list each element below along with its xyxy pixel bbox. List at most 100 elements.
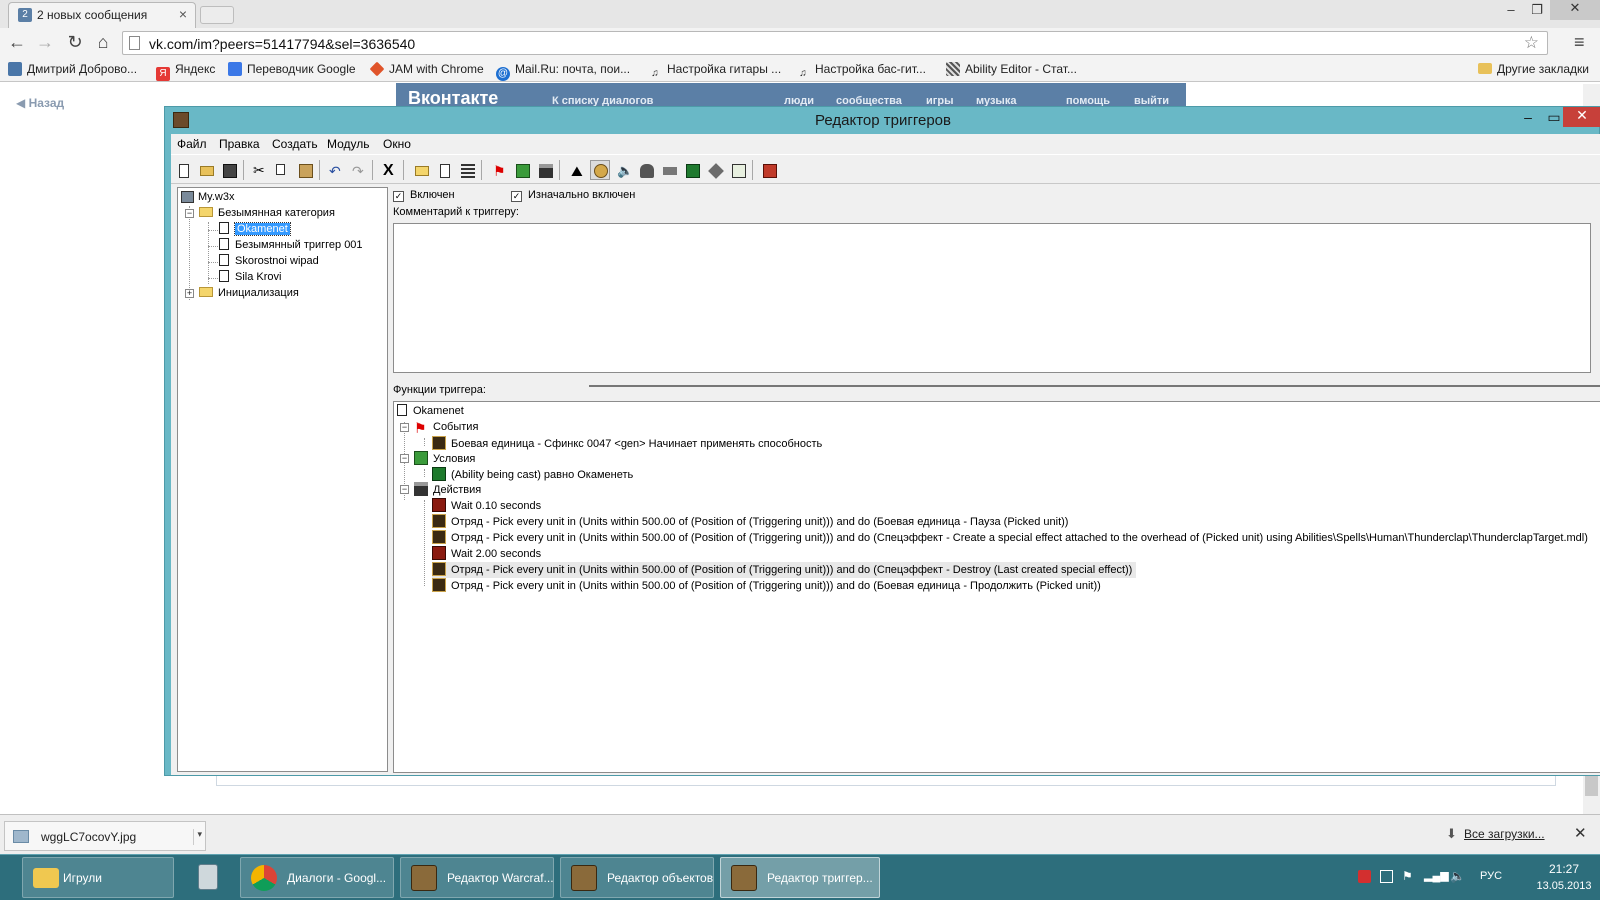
action-item[interactable]: Wait 2.00 seconds xyxy=(432,546,541,562)
new-action-button[interactable] xyxy=(535,160,555,180)
taskbar-object-editor[interactable]: Редактор объектов xyxy=(560,857,714,898)
open-button[interactable] xyxy=(196,160,216,180)
menu-window[interactable]: Окно xyxy=(383,137,411,151)
condition-item[interactable]: (Ability being cast) равно Окаменеть xyxy=(432,467,633,483)
panel-splitter[interactable] xyxy=(589,385,1600,387)
antivirus-icon[interactable] xyxy=(1358,870,1371,883)
campaign-editor-button[interactable] xyxy=(659,160,679,180)
import-manager-button[interactable] xyxy=(728,160,748,180)
save-button[interactable] xyxy=(219,160,239,180)
action-item[interactable]: Отряд - Pick every unit in (Units within… xyxy=(432,530,1588,546)
new-comment-button[interactable] xyxy=(457,160,477,180)
browser-minimize-button[interactable]: – xyxy=(1498,2,1524,17)
menu-file[interactable]: Файл xyxy=(177,137,207,151)
taskbar-calculator[interactable] xyxy=(182,857,234,898)
volume-icon[interactable]: 🔈 xyxy=(1450,870,1465,883)
scrollbar-thumb[interactable] xyxy=(1585,774,1598,796)
cut-button[interactable]: ✂ xyxy=(249,160,269,180)
taskbar-explorer[interactable]: Игрули xyxy=(22,857,174,898)
bookmark-folder-other[interactable]: Другие закладки xyxy=(1478,62,1589,76)
terrain-editor-button[interactable]: ⛰ xyxy=(567,160,587,180)
menu-module[interactable]: Модуль xyxy=(327,137,370,151)
bookmark-star-icon[interactable]: ☆ xyxy=(1524,33,1539,53)
new-category-button[interactable] xyxy=(411,160,431,180)
action-item[interactable]: Wait 0.10 seconds xyxy=(432,498,541,514)
taskbar-trigger-editor[interactable]: Редактор триггер... xyxy=(720,857,880,898)
device-icon[interactable] xyxy=(1380,870,1393,883)
tree-trigger-item[interactable]: Okamenet xyxy=(219,222,291,238)
ai-editor-button[interactable] xyxy=(682,160,702,180)
network-icon[interactable]: ▂▄▆ xyxy=(1424,870,1449,883)
tree-category-init[interactable]: Инициализация xyxy=(199,286,299,302)
bookmark-item[interactable]: JAM with Chrome xyxy=(369,61,484,77)
expand-icon[interactable]: + xyxy=(185,289,194,298)
language-indicator[interactable]: РУС xyxy=(1480,870,1502,882)
paste-button[interactable] xyxy=(295,160,315,180)
new-tab-button[interactable] xyxy=(200,6,234,24)
collapse-icon[interactable]: − xyxy=(400,485,409,494)
editor-titlebar[interactable]: Редактор триггеров – ▭ ✕ xyxy=(165,107,1600,133)
event-item[interactable]: Боевая единица - Сфинкс 0047 <gen> Начин… xyxy=(432,436,822,452)
taskbar-warcraft-editor[interactable]: Редактор Warcraf... xyxy=(400,857,554,898)
events-group[interactable]: ⚑ События xyxy=(414,420,478,436)
chevron-down-icon[interactable]: ▾ xyxy=(193,829,202,845)
browser-restore-button[interactable]: ❐ xyxy=(1524,2,1550,18)
bookmark-item[interactable]: @ Mail.Ru: почта, пои... xyxy=(496,62,630,81)
bookmark-item[interactable]: ♫ Настройка бас-гит... xyxy=(796,62,926,81)
editor-close-button[interactable]: ✕ xyxy=(1563,107,1600,127)
reload-icon[interactable]: ↻ xyxy=(64,32,86,53)
actions-group[interactable]: Действия xyxy=(414,482,481,498)
bookmark-item[interactable]: Дмитрий Доброво... xyxy=(8,62,137,76)
browser-close-button[interactable]: ✕ xyxy=(1550,0,1600,20)
close-icon[interactable]: ✕ xyxy=(1574,824,1587,842)
trigger-editor-button[interactable] xyxy=(590,160,610,180)
comment-textarea[interactable] xyxy=(393,223,1591,373)
chrome-menu-icon[interactable]: ≡ xyxy=(1574,32,1585,53)
comment-scrollbar[interactable] xyxy=(1591,223,1600,373)
function-trigger-root[interactable]: Okamenet xyxy=(397,404,464,420)
editor-minimize-button[interactable]: – xyxy=(1515,109,1541,125)
clock-time[interactable]: 21:27 xyxy=(1536,862,1592,876)
bookmark-item[interactable]: ♫ Настройка гитары ... xyxy=(648,62,781,81)
object-editor-button[interactable] xyxy=(636,160,656,180)
action-item[interactable]: Отряд - Pick every unit in (Units within… xyxy=(432,578,1101,594)
initially-enabled-checkbox[interactable]: ✓ Изначально включен xyxy=(511,189,635,202)
collapse-icon[interactable]: − xyxy=(400,454,409,463)
tree-category[interactable]: Безымянная категория xyxy=(199,206,335,222)
back-link[interactable]: ◀ Назад xyxy=(16,96,64,110)
new-event-button[interactable]: ⚑ xyxy=(489,160,509,180)
tab-vk-messages[interactable]: 2 2 новых сообщения × xyxy=(8,2,196,28)
collapse-icon[interactable]: − xyxy=(185,209,194,218)
tree-trigger-item[interactable]: Безымянный триггер 001 xyxy=(219,238,363,254)
address-bar[interactable]: vk.com/im?peers=51417794&sel=3636540 ☆ xyxy=(122,31,1548,55)
conditions-group[interactable]: Условия xyxy=(414,451,475,467)
bookmark-item[interactable]: Ability Editor - Стат... xyxy=(946,62,1077,76)
redo-button[interactable]: ↷ xyxy=(348,160,368,180)
test-map-button[interactable] xyxy=(759,160,779,180)
collapse-icon[interactable]: − xyxy=(400,423,409,432)
forward-arrow-icon[interactable]: → xyxy=(34,32,56,53)
bookmark-item[interactable]: Переводчик Google xyxy=(228,62,356,76)
trigger-tree-panel[interactable]: My.w3x − Безымянная категория Okamenet Б… xyxy=(177,187,388,772)
delete-button[interactable]: X xyxy=(379,160,399,180)
bookmark-item[interactable]: Я Яндекс xyxy=(156,62,215,81)
action-item[interactable]: Отряд - Pick every unit in (Units within… xyxy=(432,514,1068,530)
menu-edit[interactable]: Правка xyxy=(219,137,260,151)
new-condition-button[interactable] xyxy=(512,160,532,180)
tab-close-icon[interactable]: × xyxy=(179,6,187,22)
new-trigger-button[interactable] xyxy=(434,160,454,180)
tree-trigger-item[interactable]: Skorostnoi wipad xyxy=(219,254,319,270)
tree-trigger-item[interactable]: Sila Krovi xyxy=(219,270,281,286)
clock-date[interactable]: 13.05.2013 xyxy=(1536,880,1592,892)
flag-icon[interactable]: ⚑ xyxy=(1402,870,1415,883)
all-downloads-link[interactable]: Все загрузки... xyxy=(1464,827,1545,841)
sound-editor-button[interactable]: 🔈 xyxy=(613,160,633,180)
action-item[interactable]: Отряд - Pick every unit in (Units within… xyxy=(432,562,1137,578)
enabled-checkbox[interactable]: ✓ Включен xyxy=(393,189,455,202)
undo-button[interactable]: ↶ xyxy=(325,160,345,180)
home-icon[interactable]: ⌂ xyxy=(92,32,114,53)
new-map-button[interactable] xyxy=(173,160,193,180)
tree-map-root[interactable]: My.w3x xyxy=(181,190,234,206)
address-url[interactable]: vk.com/im?peers=51417794&sel=3636540 xyxy=(149,36,415,52)
menu-create[interactable]: Создать xyxy=(272,137,318,151)
